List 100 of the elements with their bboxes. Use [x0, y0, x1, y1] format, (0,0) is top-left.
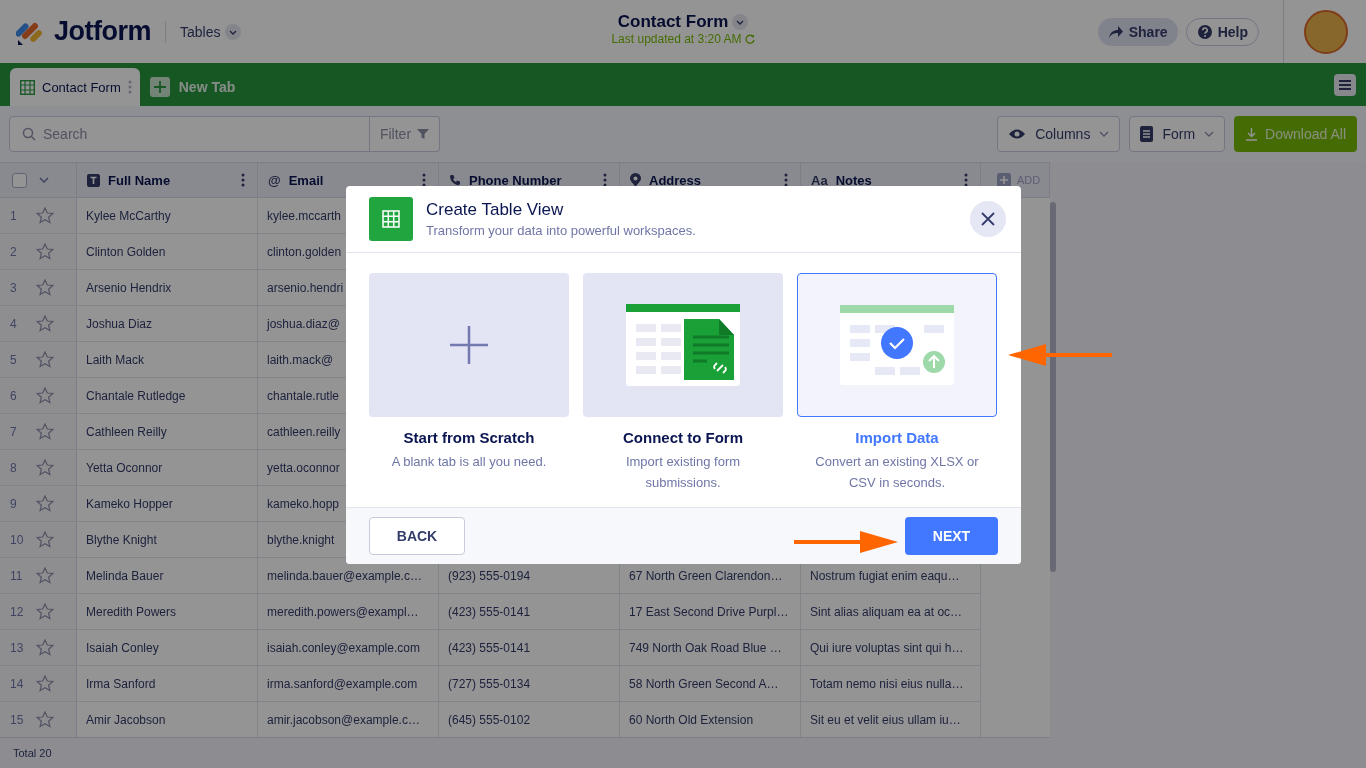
columns-button[interactable]: Columns	[997, 116, 1121, 152]
table-cell: kameko.hopp	[267, 496, 340, 511]
caret-icon[interactable]	[39, 177, 49, 183]
table-cell: Kylee McCarthy	[86, 208, 171, 223]
back-button[interactable]: BACK	[369, 517, 465, 555]
tab[interactable]: Contact Form	[10, 68, 140, 106]
table-cell: cathleen.reilly	[267, 424, 341, 439]
column-type-icon: @	[268, 172, 281, 188]
star-icon[interactable]	[36, 387, 54, 404]
column-menu-icon[interactable]	[964, 173, 968, 187]
column-menu-icon[interactable]	[784, 173, 788, 187]
column-header[interactable]: Email	[288, 172, 324, 188]
eye-icon	[1008, 128, 1027, 140]
table-cell: Laith Mack	[86, 352, 145, 367]
star-icon[interactable]	[36, 459, 54, 476]
chevron-down-icon	[1099, 131, 1110, 137]
table-cell: Melinda Bauer	[86, 568, 164, 583]
star-icon[interactable]	[36, 531, 54, 548]
share-arrow-icon	[1107, 24, 1124, 39]
star-icon[interactable]	[36, 567, 54, 584]
table-cell: Arsenio Hendrix	[86, 280, 172, 295]
table-cell: Cathleen Reilly	[86, 424, 167, 439]
select-all-checkbox[interactable]	[12, 172, 27, 188]
row-number: 1	[10, 208, 18, 223]
table-cell: Qui iure voluptas sint qui h…	[810, 640, 964, 655]
option-description: Convert an existing XLSX or CSV in seconds.	[814, 453, 980, 492]
help-icon	[1196, 23, 1213, 40]
table-cell: Chantale Rutledge	[86, 388, 186, 403]
form-button[interactable]: Form	[1129, 116, 1226, 152]
row-number: 13	[10, 640, 25, 655]
row-number: 14	[10, 676, 25, 691]
table-cell: chantale.rutle	[267, 388, 340, 403]
star-icon[interactable]	[36, 315, 54, 332]
star-icon[interactable]	[36, 423, 54, 440]
column-menu-icon[interactable]	[603, 173, 607, 187]
row-number: 2	[10, 244, 18, 259]
option-description: A blank tab is all you need.	[390, 453, 548, 471]
grid-icon	[20, 79, 35, 95]
column-header[interactable]: Notes	[835, 172, 872, 188]
table-cell: meredith.powers@exampl…	[267, 604, 419, 619]
chevron-down-icon	[1204, 131, 1215, 137]
table-cell: Nostrum fugiat enim eaqu…	[810, 568, 960, 583]
row-number: 11	[10, 568, 24, 583]
table-cell: 17 East Second Drive Purpl…	[629, 604, 789, 619]
table-cell: Amir Jacobson	[86, 712, 166, 727]
table-cell: Meredith Powers	[86, 604, 177, 619]
star-icon[interactable]	[36, 279, 54, 296]
table-cell: (923) 555-0194	[448, 568, 531, 583]
chevron-down-icon	[225, 23, 242, 40]
text-type-icon	[87, 173, 100, 187]
table-cell: Joshua Diaz	[86, 316, 153, 331]
table-cell: Totam nemo nisi eius nulla…	[810, 676, 964, 691]
table-cell: 67 North Green Clarendon…	[629, 568, 783, 583]
star-icon[interactable]	[36, 639, 54, 656]
search-icon	[22, 127, 36, 141]
chevron-down-icon	[732, 14, 749, 30]
refresh-icon[interactable]	[744, 34, 755, 44]
option-title: Start from Scratch	[403, 429, 535, 446]
table-cell: Isaiah Conley	[86, 640, 159, 655]
star-icon[interactable]	[36, 495, 54, 512]
star-icon[interactable]	[36, 711, 54, 728]
table-cell: Sint alias aliquam ea at oc…	[810, 604, 963, 619]
table-cell: amir.jacobson@example.c…	[267, 712, 420, 727]
column-header[interactable]: Full Name	[108, 172, 171, 188]
table-cell: melinda.bauer@example.c…	[267, 568, 422, 583]
row-number: 7	[10, 424, 18, 439]
column-header[interactable]: Phone Number	[469, 172, 562, 188]
next-button[interactable]: NEXT	[905, 517, 998, 555]
search-field[interactable]: Search	[9, 116, 370, 152]
avatar-icon[interactable]	[1304, 9, 1348, 54]
table-cell: (645) 555-0102	[448, 712, 531, 727]
option-card[interactable]	[797, 273, 997, 417]
column-header[interactable]: Address	[649, 172, 702, 188]
menu-icon[interactable]	[1334, 73, 1356, 96]
form-title-dropdown[interactable]: Contact Form	[617, 12, 749, 32]
table-cell: (727) 555-0134	[448, 676, 531, 691]
star-icon[interactable]	[36, 243, 54, 260]
option-card[interactable]	[583, 273, 783, 417]
row-number: 5	[10, 352, 18, 367]
table-cell: (423) 555-0141	[448, 640, 531, 655]
row-number: 9	[10, 496, 18, 511]
table-cell: (423) 555-0141	[448, 604, 531, 619]
row-number: 6	[10, 388, 18, 403]
option-description: Import existing form submissions.	[624, 453, 742, 492]
help-button[interactable]: Help	[1185, 17, 1259, 46]
tables-dropdown[interactable]: Tables	[180, 23, 242, 40]
table-cell: Clinton Golden	[86, 244, 166, 259]
close-button[interactable]	[970, 201, 1006, 237]
share-button[interactable]: Share	[1097, 17, 1178, 46]
funnel-icon	[417, 128, 430, 140]
star-icon[interactable]	[36, 675, 54, 692]
last-updated-text: Last updated at 3:20 AM	[611, 32, 742, 46]
column-menu-icon[interactable]	[422, 173, 426, 187]
star-icon[interactable]	[36, 207, 54, 224]
close-icon	[981, 212, 995, 226]
star-icon[interactable]	[36, 603, 54, 620]
document-icon	[1140, 126, 1154, 142]
scrollbar-thumb[interactable]	[1050, 202, 1056, 572]
download-icon	[1245, 127, 1259, 141]
star-icon[interactable]	[36, 351, 54, 368]
